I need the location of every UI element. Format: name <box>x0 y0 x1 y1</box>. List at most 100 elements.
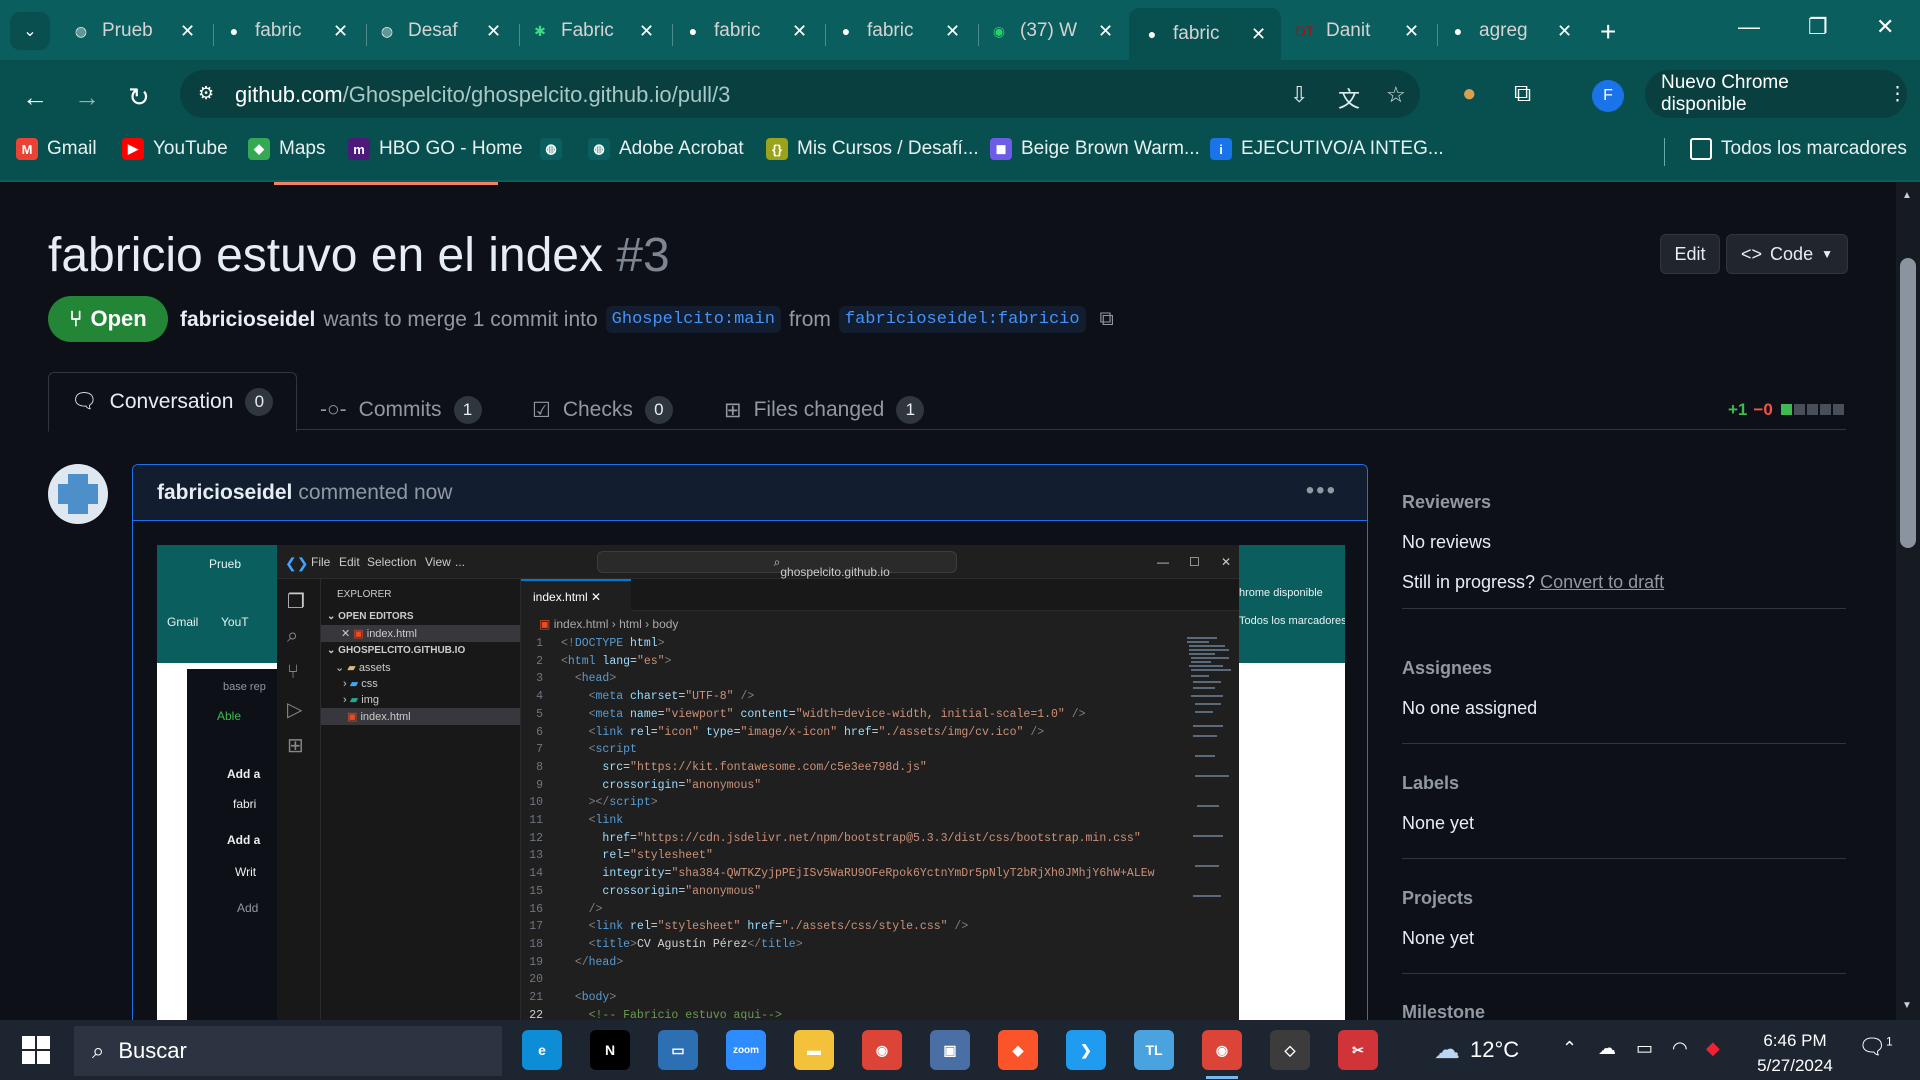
tree-item[interactable]: ▣ index.html <box>347 710 411 723</box>
chrome-icon[interactable]: ◉ <box>862 1030 902 1070</box>
close-window-icon[interactable]: ✕ <box>1876 14 1894 40</box>
tab-conversation[interactable]: 🗨 Conversation 0 <box>48 372 297 432</box>
bookmark-star-icon[interactable]: ☆ <box>1386 82 1406 108</box>
edge-icon[interactable]: e <box>522 1030 562 1070</box>
tree-item[interactable]: ⌄ ▰ assets <box>335 661 391 674</box>
tree-item[interactable]: › ▰ img <box>343 693 379 706</box>
comment-screenshot[interactable]: Prueb Gmail YouT base rep Able Add a fab… <box>157 545 1345 1020</box>
weather-widget[interactable]: ☁ 12°C <box>1434 1034 1519 1065</box>
close-tab-icon[interactable]: ✕ <box>1098 21 1113 42</box>
scroll-up-icon[interactable]: ▲ <box>1902 190 1912 201</box>
browser-tab[interactable]: ✱ Fabric ✕ <box>529 10 659 52</box>
menu-file[interactable]: File <box>311 555 330 569</box>
scroll-thumb[interactable] <box>1900 258 1916 548</box>
browser-tab[interactable]: ● agreg ✕ <box>1447 10 1577 52</box>
bookmark-item[interactable]: ◍ <box>540 138 571 160</box>
close-tab-icon[interactable]: ✕ <box>591 590 601 604</box>
bookmark-item[interactable]: ◍ Adobe Acrobat <box>588 138 744 160</box>
sidebar-heading[interactable]: Labels <box>1402 773 1459 794</box>
tab-search-button[interactable]: ⌄ <box>10 12 50 50</box>
close-tab-icon[interactable]: ✕ <box>1251 24 1266 45</box>
bookmark-item[interactable]: m HBO GO - Home <box>348 138 523 160</box>
explorer-icon[interactable]: ▬ <box>794 1030 834 1070</box>
close-tab-icon[interactable]: ✕ <box>180 21 195 42</box>
install-icon[interactable]: ⇩ <box>1290 82 1308 108</box>
bookmark-item[interactable]: ◼ Beige Brown Warm... <box>990 138 1200 160</box>
menu-more[interactable]: ... <box>455 555 465 569</box>
sidebar-heading[interactable]: Projects <box>1402 888 1473 909</box>
tab-checks[interactable]: ☑ Checks 0 <box>532 380 673 440</box>
bookmark-item[interactable]: {} Mis Cursos / Desafí... <box>766 138 979 160</box>
close-tab-icon[interactable]: ✕ <box>1404 21 1419 42</box>
sidebar-heading[interactable]: Reviewers <box>1402 492 1491 513</box>
breadcrumb-item[interactable]: body <box>652 617 678 631</box>
breadcrumb-item[interactable]: html <box>619 617 642 631</box>
vscode-maximize-icon[interactable]: ☐ <box>1189 555 1200 569</box>
chevron-up-icon[interactable]: ⌃ <box>1562 1038 1577 1059</box>
menu-selection[interactable]: Selection <box>367 555 416 569</box>
brave-icon[interactable]: ◆ <box>998 1030 1038 1070</box>
menu-view[interactable]: View <box>425 555 451 569</box>
head-branch[interactable]: fabricioseidel:fabricio <box>838 306 1086 333</box>
minimize-icon[interactable]: — <box>1738 14 1760 40</box>
wifi-icon[interactable]: ◠ <box>1672 1038 1688 1059</box>
bookmark-item[interactable]: M Gmail <box>16 138 97 160</box>
netflix-icon[interactable]: N <box>590 1030 630 1070</box>
extensions-icon[interactable]: ⊞ <box>287 733 304 758</box>
menu-dots-icon[interactable]: ⋮ <box>1888 83 1907 106</box>
battery-icon[interactable]: ▭ <box>1636 1038 1653 1059</box>
new-tab-button[interactable]: + <box>1600 16 1616 48</box>
vscode-minimize-icon[interactable]: — <box>1157 555 1169 569</box>
browser-tab[interactable]: ◍ Prueb ✕ <box>70 10 200 52</box>
notifications-icon[interactable]: 🗨1 <box>1858 1034 1893 1060</box>
comment-author[interactable]: fabricioseidel <box>157 481 292 505</box>
menu-edit[interactable]: Edit <box>339 555 360 569</box>
close-tab-icon[interactable]: ✕ <box>486 21 501 42</box>
zoom-icon[interactable]: zoom <box>726 1030 766 1070</box>
close-tab-icon[interactable]: ✕ <box>1557 21 1572 42</box>
taskbar-search[interactable]: ⌕ Buscar <box>74 1026 502 1076</box>
commenter-avatar[interactable] <box>48 464 108 524</box>
browser-tab[interactable]: ● fabric ✕ <box>835 10 965 52</box>
address-bar[interactable]: ⚙ github.com/Ghospelcito/ghospelcito.git… <box>180 70 1420 118</box>
close-tab-icon[interactable]: ✕ <box>639 21 654 42</box>
sidebar-heading[interactable]: Milestone <box>1402 1002 1485 1020</box>
reload-icon[interactable]: ↻ <box>128 82 150 113</box>
profile-avatar[interactable]: F <box>1592 80 1624 112</box>
breadcrumb-item[interactable]: index.html <box>554 617 609 631</box>
files-icon[interactable]: ❐ <box>287 589 305 614</box>
browser-tab[interactable]: DT Danit ✕ <box>1294 10 1424 52</box>
git-icon[interactable]: ◇ <box>1270 1030 1310 1070</box>
vscode-search[interactable]: ⌕ ghospelcito.github.io <box>597 551 957 579</box>
cookie-extension-icon[interactable]: ● <box>1462 80 1477 108</box>
base-branch[interactable]: Ghospelcito:main <box>605 306 781 333</box>
browser-tab[interactable]: ● fabric ✕ <box>682 10 812 52</box>
site-info-icon[interactable]: ⚙ <box>198 83 220 105</box>
source-control-icon[interactable]: ⑂ <box>287 661 299 684</box>
chrome-profile-icon[interactable]: ◉ <box>1202 1030 1242 1079</box>
browser-tab[interactable]: ● fabric ✕ <box>223 10 353 52</box>
close-tab-icon[interactable]: ✕ <box>792 21 807 42</box>
browser-tab[interactable]: ● fabric ✕ <box>1129 8 1281 60</box>
translate-icon[interactable]: 文 <box>1338 82 1360 114</box>
open-editors-header[interactable]: ⌄ OPEN EDITORS <box>327 611 414 622</box>
all-bookmarks-button[interactable]: Todos los marcadores <box>1690 138 1907 160</box>
close-tab-icon[interactable]: ✕ <box>333 21 348 42</box>
bookmark-item[interactable]: i EJECUTIVO/A INTEG... <box>1210 138 1444 160</box>
app-tray-icon[interactable]: ◆ <box>1706 1038 1720 1059</box>
tab-files-changed[interactable]: ⊞ Files changed 1 <box>724 380 925 440</box>
clock[interactable]: 6:46 PM 5/27/2024 <box>1740 1028 1850 1078</box>
tab-commits[interactable]: -○- Commits 1 <box>320 380 482 440</box>
search-icon[interactable]: ⌕ <box>287 625 298 648</box>
comment-options-icon[interactable]: ••• <box>1306 477 1337 505</box>
close-tab-icon[interactable]: ✕ <box>945 21 960 42</box>
desktop-icon[interactable]: ▭ <box>658 1030 698 1070</box>
snip-icon[interactable]: ✂ <box>1338 1030 1378 1070</box>
onedrive-icon[interactable]: ☁ <box>1598 1038 1616 1059</box>
windows-start-icon[interactable] <box>22 1036 50 1064</box>
bookmark-item[interactable]: ◆ Maps <box>248 138 325 160</box>
code-lines[interactable]: 1 <! DOCTYPE html >2 < html lang = "es" >3 < head… <box>521 635 1181 1020</box>
forward-icon[interactable]: → <box>74 82 100 113</box>
tl-icon[interactable]: TL <box>1134 1030 1174 1070</box>
convert-to-draft-link[interactable]: Convert to draft <box>1540 572 1664 592</box>
